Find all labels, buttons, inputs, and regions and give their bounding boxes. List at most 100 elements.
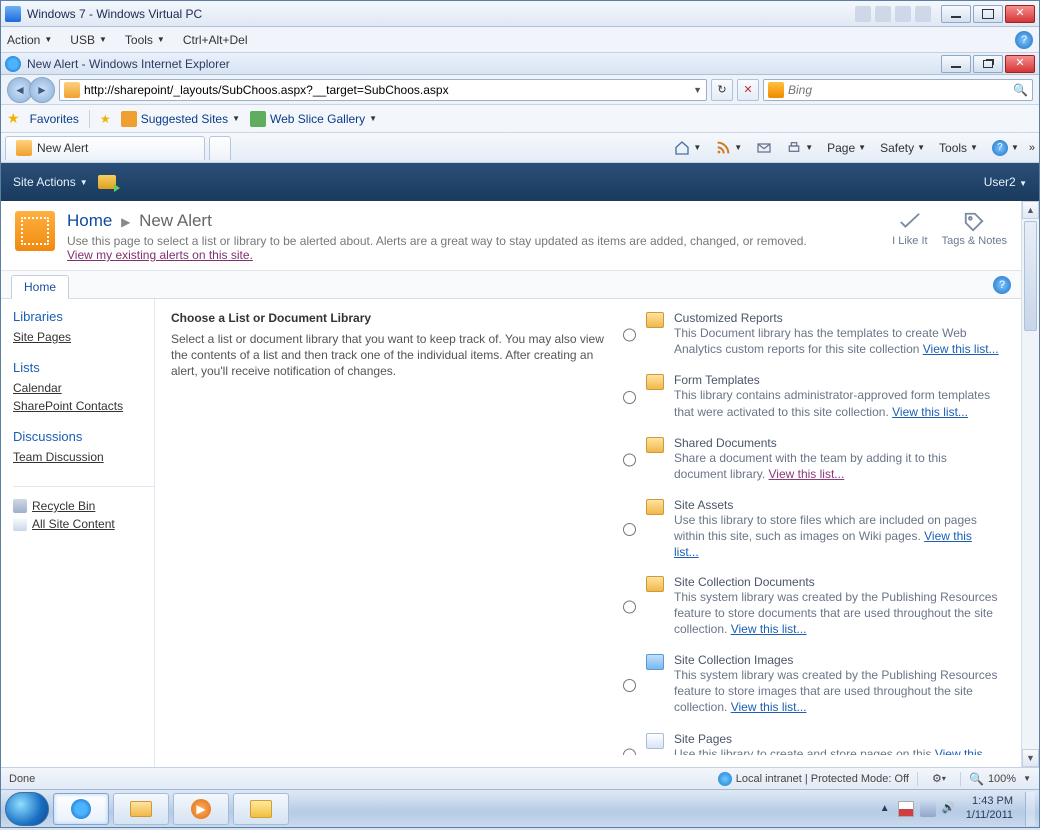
read-mail-button[interactable] xyxy=(752,138,776,158)
task-ie[interactable] xyxy=(53,793,109,825)
list-title: Site Collection Documents xyxy=(674,575,999,589)
forward-button[interactable]: ► xyxy=(29,77,55,103)
tray-show-hidden-icon[interactable]: ▲ xyxy=(880,803,890,814)
favorites-bar: ★ Favorites ★ Suggested Sites▼ Web Slice… xyxy=(1,105,1039,133)
list-title: Shared Documents xyxy=(674,436,999,450)
tray-clock[interactable]: 1:43 PM 1/11/2011 xyxy=(966,795,1013,821)
sp-help-button[interactable]: ? xyxy=(993,276,1011,294)
ie-minimize-button[interactable] xyxy=(941,55,971,73)
tray-volume-icon[interactable]: 🔊 xyxy=(942,801,958,817)
nav-team-discussion[interactable]: Team Discussion xyxy=(13,448,154,466)
task-media-player[interactable]: ▶ xyxy=(173,793,229,825)
breadcrumb-sep-icon: ▶ xyxy=(121,215,130,229)
view-list-link[interactable]: View this list... xyxy=(731,622,807,636)
cmd-tools[interactable]: Tools▼ xyxy=(935,139,982,157)
list-desc: Use this library to create and store pag… xyxy=(674,747,935,755)
list-radio[interactable] xyxy=(623,734,636,755)
refresh-button[interactable]: ↻ xyxy=(711,79,733,101)
address-input[interactable] xyxy=(84,83,689,97)
new-tab-button[interactable] xyxy=(209,136,231,160)
existing-alerts-link[interactable]: View my existing alerts on this site. xyxy=(67,248,253,262)
vm-help-button[interactable]: ? xyxy=(1015,31,1033,49)
list-radio[interactable] xyxy=(623,375,636,419)
print-button[interactable]: ▼ xyxy=(782,138,817,158)
command-bar: ▼ ▼ ▼ Page▼ Safety▼ Tools▼ ?▼ » xyxy=(670,138,1035,158)
task-outlook[interactable] xyxy=(233,793,289,825)
browser-tab[interactable]: New Alert xyxy=(5,136,205,160)
vm-menu-cad[interactable]: Ctrl+Alt+Del xyxy=(183,33,248,47)
i-like-it-button[interactable]: I Like It xyxy=(892,211,927,262)
nav-heading-lists[interactable]: Lists xyxy=(13,360,154,375)
favorites-button[interactable]: Favorites xyxy=(30,112,79,126)
breadcrumb-current: New Alert xyxy=(139,211,212,230)
vm-close-button[interactable] xyxy=(1005,5,1035,23)
user-menu[interactable]: User2 ▼ xyxy=(984,175,1027,189)
list-radio[interactable] xyxy=(623,438,636,482)
nav-calendar[interactable]: Calendar xyxy=(13,379,154,397)
tray-flag-icon[interactable] xyxy=(898,801,914,817)
tray-network-icon[interactable] xyxy=(920,801,936,817)
add-to-favorites-bar[interactable]: ★ xyxy=(100,112,111,126)
status-compat-button[interactable]: ⚙▾ xyxy=(926,771,952,787)
list-item: Site Collection DocumentsThis system lib… xyxy=(623,575,999,638)
list-radio[interactable] xyxy=(623,313,636,357)
ie-titlebar: New Alert - Windows Internet Explorer xyxy=(1,53,1039,75)
bing-icon xyxy=(768,82,784,98)
vm-minimize-button[interactable] xyxy=(941,5,971,23)
view-list-link[interactable]: View this list... xyxy=(768,467,844,481)
site-actions-menu[interactable]: Site Actions▼ xyxy=(13,175,88,189)
vm-menu-tools[interactable]: Tools▼ xyxy=(125,33,165,47)
tags-notes-button[interactable]: Tags & Notes xyxy=(942,211,1007,262)
scroll-down-button[interactable]: ▼ xyxy=(1022,749,1039,767)
nav-heading-libraries[interactable]: Libraries xyxy=(13,309,154,324)
list-item: Shared DocumentsShare a document with th… xyxy=(623,436,999,482)
feeds-button[interactable]: ▼ xyxy=(711,138,746,158)
list-radio[interactable] xyxy=(623,500,636,558)
view-list-link[interactable]: View this list... xyxy=(892,405,968,419)
start-button[interactable] xyxy=(5,792,49,826)
list-item: Site PagesUse this library to create and… xyxy=(623,732,999,755)
search-input[interactable] xyxy=(788,83,1009,97)
list-radio[interactable] xyxy=(623,655,636,716)
nav-heading-discussions[interactable]: Discussions xyxy=(13,429,154,444)
command-bar-overflow[interactable]: » xyxy=(1029,142,1035,154)
list-item: Customized ReportsThis Document library … xyxy=(623,311,999,357)
search-submit-icon[interactable]: 🔍 xyxy=(1013,83,1028,97)
navigate-up-icon[interactable] xyxy=(98,175,116,189)
list-radio[interactable] xyxy=(623,577,636,638)
stop-button[interactable]: ✕ xyxy=(737,79,759,101)
nav-site-pages[interactable]: Site Pages xyxy=(13,328,154,346)
nav-contacts[interactable]: SharePoint Contacts xyxy=(13,397,154,415)
cmd-page[interactable]: Page▼ xyxy=(823,139,870,157)
vm-maximize-button[interactable] xyxy=(973,5,1003,23)
suggested-sites-link[interactable]: Suggested Sites▼ xyxy=(121,111,240,127)
scroll-thumb[interactable] xyxy=(1024,221,1037,331)
address-dropdown-icon[interactable]: ▼ xyxy=(693,85,702,95)
vm-icon xyxy=(5,6,21,22)
tab-home[interactable]: Home xyxy=(11,275,69,299)
cmd-help[interactable]: ?▼ xyxy=(988,138,1023,158)
scroll-up-button[interactable]: ▲ xyxy=(1022,201,1039,219)
page-header: Home ▶ New Alert Use this page to select… xyxy=(1,201,1021,271)
show-desktop-button[interactable] xyxy=(1025,792,1035,826)
nav-recycle-bin[interactable]: Recycle Bin xyxy=(13,497,154,515)
ie-close-button[interactable] xyxy=(1005,55,1035,73)
view-list-link[interactable]: View this list... xyxy=(923,342,999,356)
site-logo-icon[interactable] xyxy=(15,211,55,251)
search-bar[interactable]: 🔍 xyxy=(763,79,1033,101)
library-icon xyxy=(646,576,664,592)
web-slice-link[interactable]: Web Slice Gallery▼ xyxy=(250,111,377,127)
page-scrollbar[interactable]: ▲ ▼ xyxy=(1021,201,1039,767)
home-button[interactable]: ▼ xyxy=(670,138,705,158)
favorites-star-icon[interactable]: ★ xyxy=(7,110,20,127)
vm-menu-action[interactable]: Action▼ xyxy=(7,33,52,47)
cmd-safety[interactable]: Safety▼ xyxy=(876,139,929,157)
vm-menu-usb[interactable]: USB▼ xyxy=(70,33,107,47)
breadcrumb-home[interactable]: Home xyxy=(67,211,112,230)
view-list-link[interactable]: View this list... xyxy=(731,700,807,714)
task-explorer[interactable] xyxy=(113,793,169,825)
ie-restore-button[interactable] xyxy=(973,55,1003,73)
address-bar[interactable]: ▼ xyxy=(59,79,707,101)
nav-all-site-content[interactable]: All Site Content xyxy=(13,515,154,533)
zoom-control[interactable]: 🔍100%▼ xyxy=(969,772,1031,786)
